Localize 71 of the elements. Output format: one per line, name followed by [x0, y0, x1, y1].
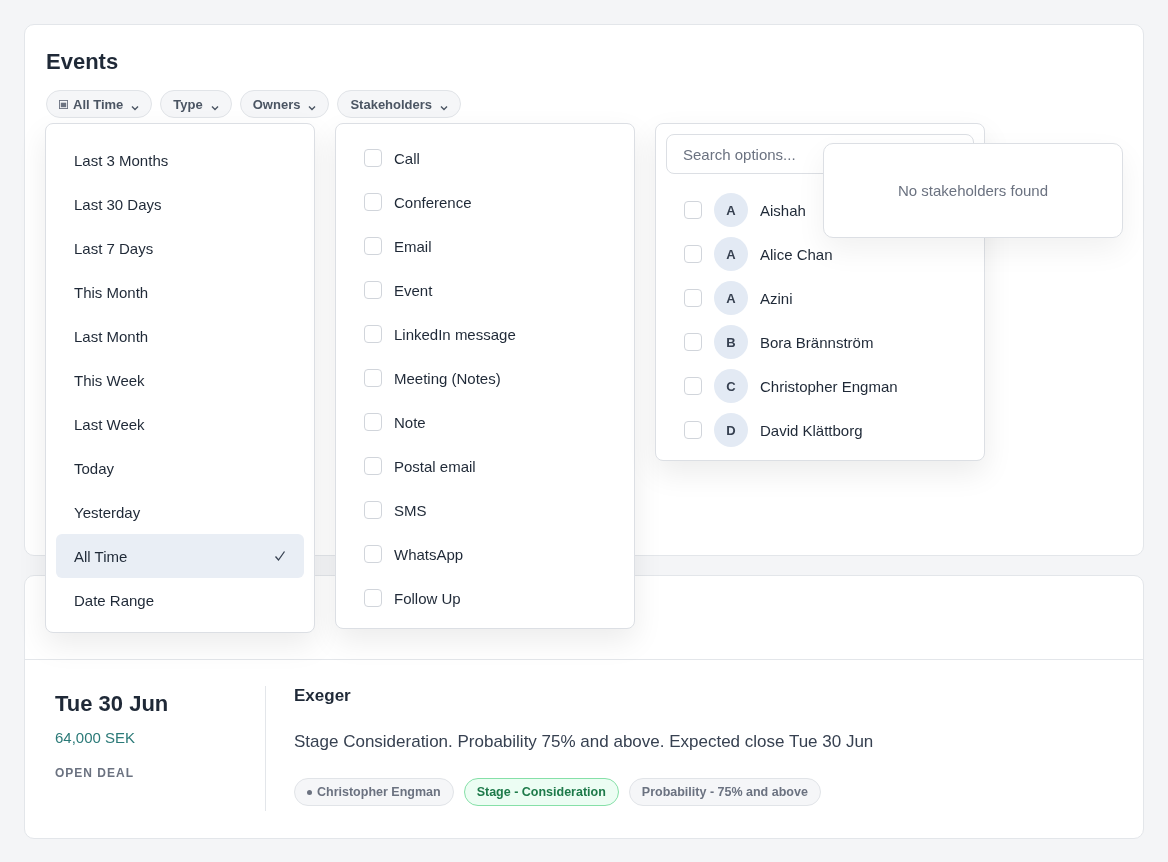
time-option[interactable]: Last Week: [56, 402, 304, 446]
filter-button[interactable]: Type: [160, 90, 232, 118]
avatar: C: [714, 369, 748, 403]
time-option[interactable]: Date Range: [56, 578, 304, 622]
deal-date: Tue 30 Jun: [55, 691, 170, 717]
time-option[interactable]: Last 3 Months: [56, 138, 304, 182]
time-option[interactable]: Yesterday: [56, 490, 304, 534]
checkbox[interactable]: [364, 589, 382, 607]
stakeholder-option[interactable]: David Klättborg: [760, 421, 863, 439]
info-tag: Probability - 75% and above: [628, 778, 821, 806]
time-option[interactable]: This Week: [56, 358, 304, 402]
checkbox[interactable]: [364, 237, 382, 255]
stakeholder-option[interactable]: Bora Brännström: [760, 333, 874, 351]
time-option[interactable]: Today: [56, 446, 304, 490]
time-option[interactable]: This Month: [56, 270, 304, 314]
stakeholder-option[interactable]: Aishah: [760, 201, 806, 219]
checkbox[interactable]: [684, 421, 702, 439]
chevron-down-icon: [440, 105, 449, 111]
filter-button[interactable]: Stakeholders: [337, 90, 462, 118]
checkbox[interactable]: [364, 281, 382, 299]
type-option[interactable]: WhatsApp: [394, 545, 464, 563]
checkbox[interactable]: [684, 245, 702, 263]
type-option[interactable]: Email: [394, 237, 432, 255]
type-option[interactable]: SMS: [394, 501, 427, 519]
time-option[interactable]: All Time: [56, 534, 304, 578]
filter-button[interactable]: All Time: [46, 90, 153, 118]
check-icon: [274, 550, 286, 562]
time-option[interactable]: Last 7 Days: [56, 226, 304, 270]
checkbox[interactable]: [364, 545, 382, 563]
checkbox[interactable]: [684, 377, 702, 395]
checkbox[interactable]: [364, 325, 382, 343]
owner-tag: Christopher Engman: [294, 778, 454, 806]
calendar-icon: [59, 99, 68, 109]
stakeholder-option[interactable]: Alice Chan: [760, 245, 833, 263]
company-name: Exeger: [294, 686, 352, 706]
stakeholder-option[interactable]: Christopher Engman: [760, 377, 898, 395]
checkbox[interactable]: [364, 149, 382, 167]
avatar: B: [714, 325, 748, 359]
deal-amount: 64,000 SEK: [55, 729, 137, 746]
type-option[interactable]: Postal email: [394, 457, 476, 475]
time-option[interactable]: Last 30 Days: [56, 182, 304, 226]
deal-status: OPEN DEAL: [55, 766, 135, 780]
time-option[interactable]: Last Month: [56, 314, 304, 358]
type-option[interactable]: Call: [394, 149, 420, 167]
checkbox[interactable]: [364, 193, 382, 211]
chevron-down-icon: [131, 105, 140, 111]
filter-button[interactable]: Owners: [239, 90, 330, 118]
type-option[interactable]: Conference: [394, 193, 472, 211]
checkbox[interactable]: [684, 201, 702, 219]
checkbox[interactable]: [364, 457, 382, 475]
checkbox[interactable]: [364, 369, 382, 387]
avatar: D: [714, 413, 748, 447]
deal-description: Stage Consideration. Probability 75% and above. Expected close Tue 30 Jun: [294, 732, 874, 752]
type-option[interactable]: LinkedIn message: [394, 325, 516, 343]
stakeholder-option[interactable]: Azini: [760, 289, 793, 307]
chevron-down-icon: [210, 105, 219, 111]
checkbox[interactable]: [364, 501, 382, 519]
stage-tag: Stage - Consideration: [463, 778, 619, 806]
type-option[interactable]: Note: [394, 413, 426, 431]
type-option[interactable]: Follow Up: [394, 589, 461, 607]
empty-message: No stakeholders found: [897, 182, 1049, 199]
avatar: A: [714, 193, 748, 227]
type-option[interactable]: Event: [394, 281, 433, 299]
checkbox[interactable]: [684, 289, 702, 307]
checkbox[interactable]: [364, 413, 382, 431]
chevron-down-icon: [308, 105, 317, 111]
avatar: A: [714, 237, 748, 271]
page-title: Events: [46, 48, 120, 76]
type-option[interactable]: Meeting (Notes): [394, 369, 501, 387]
checkbox[interactable]: [684, 333, 702, 351]
avatar: A: [714, 281, 748, 315]
